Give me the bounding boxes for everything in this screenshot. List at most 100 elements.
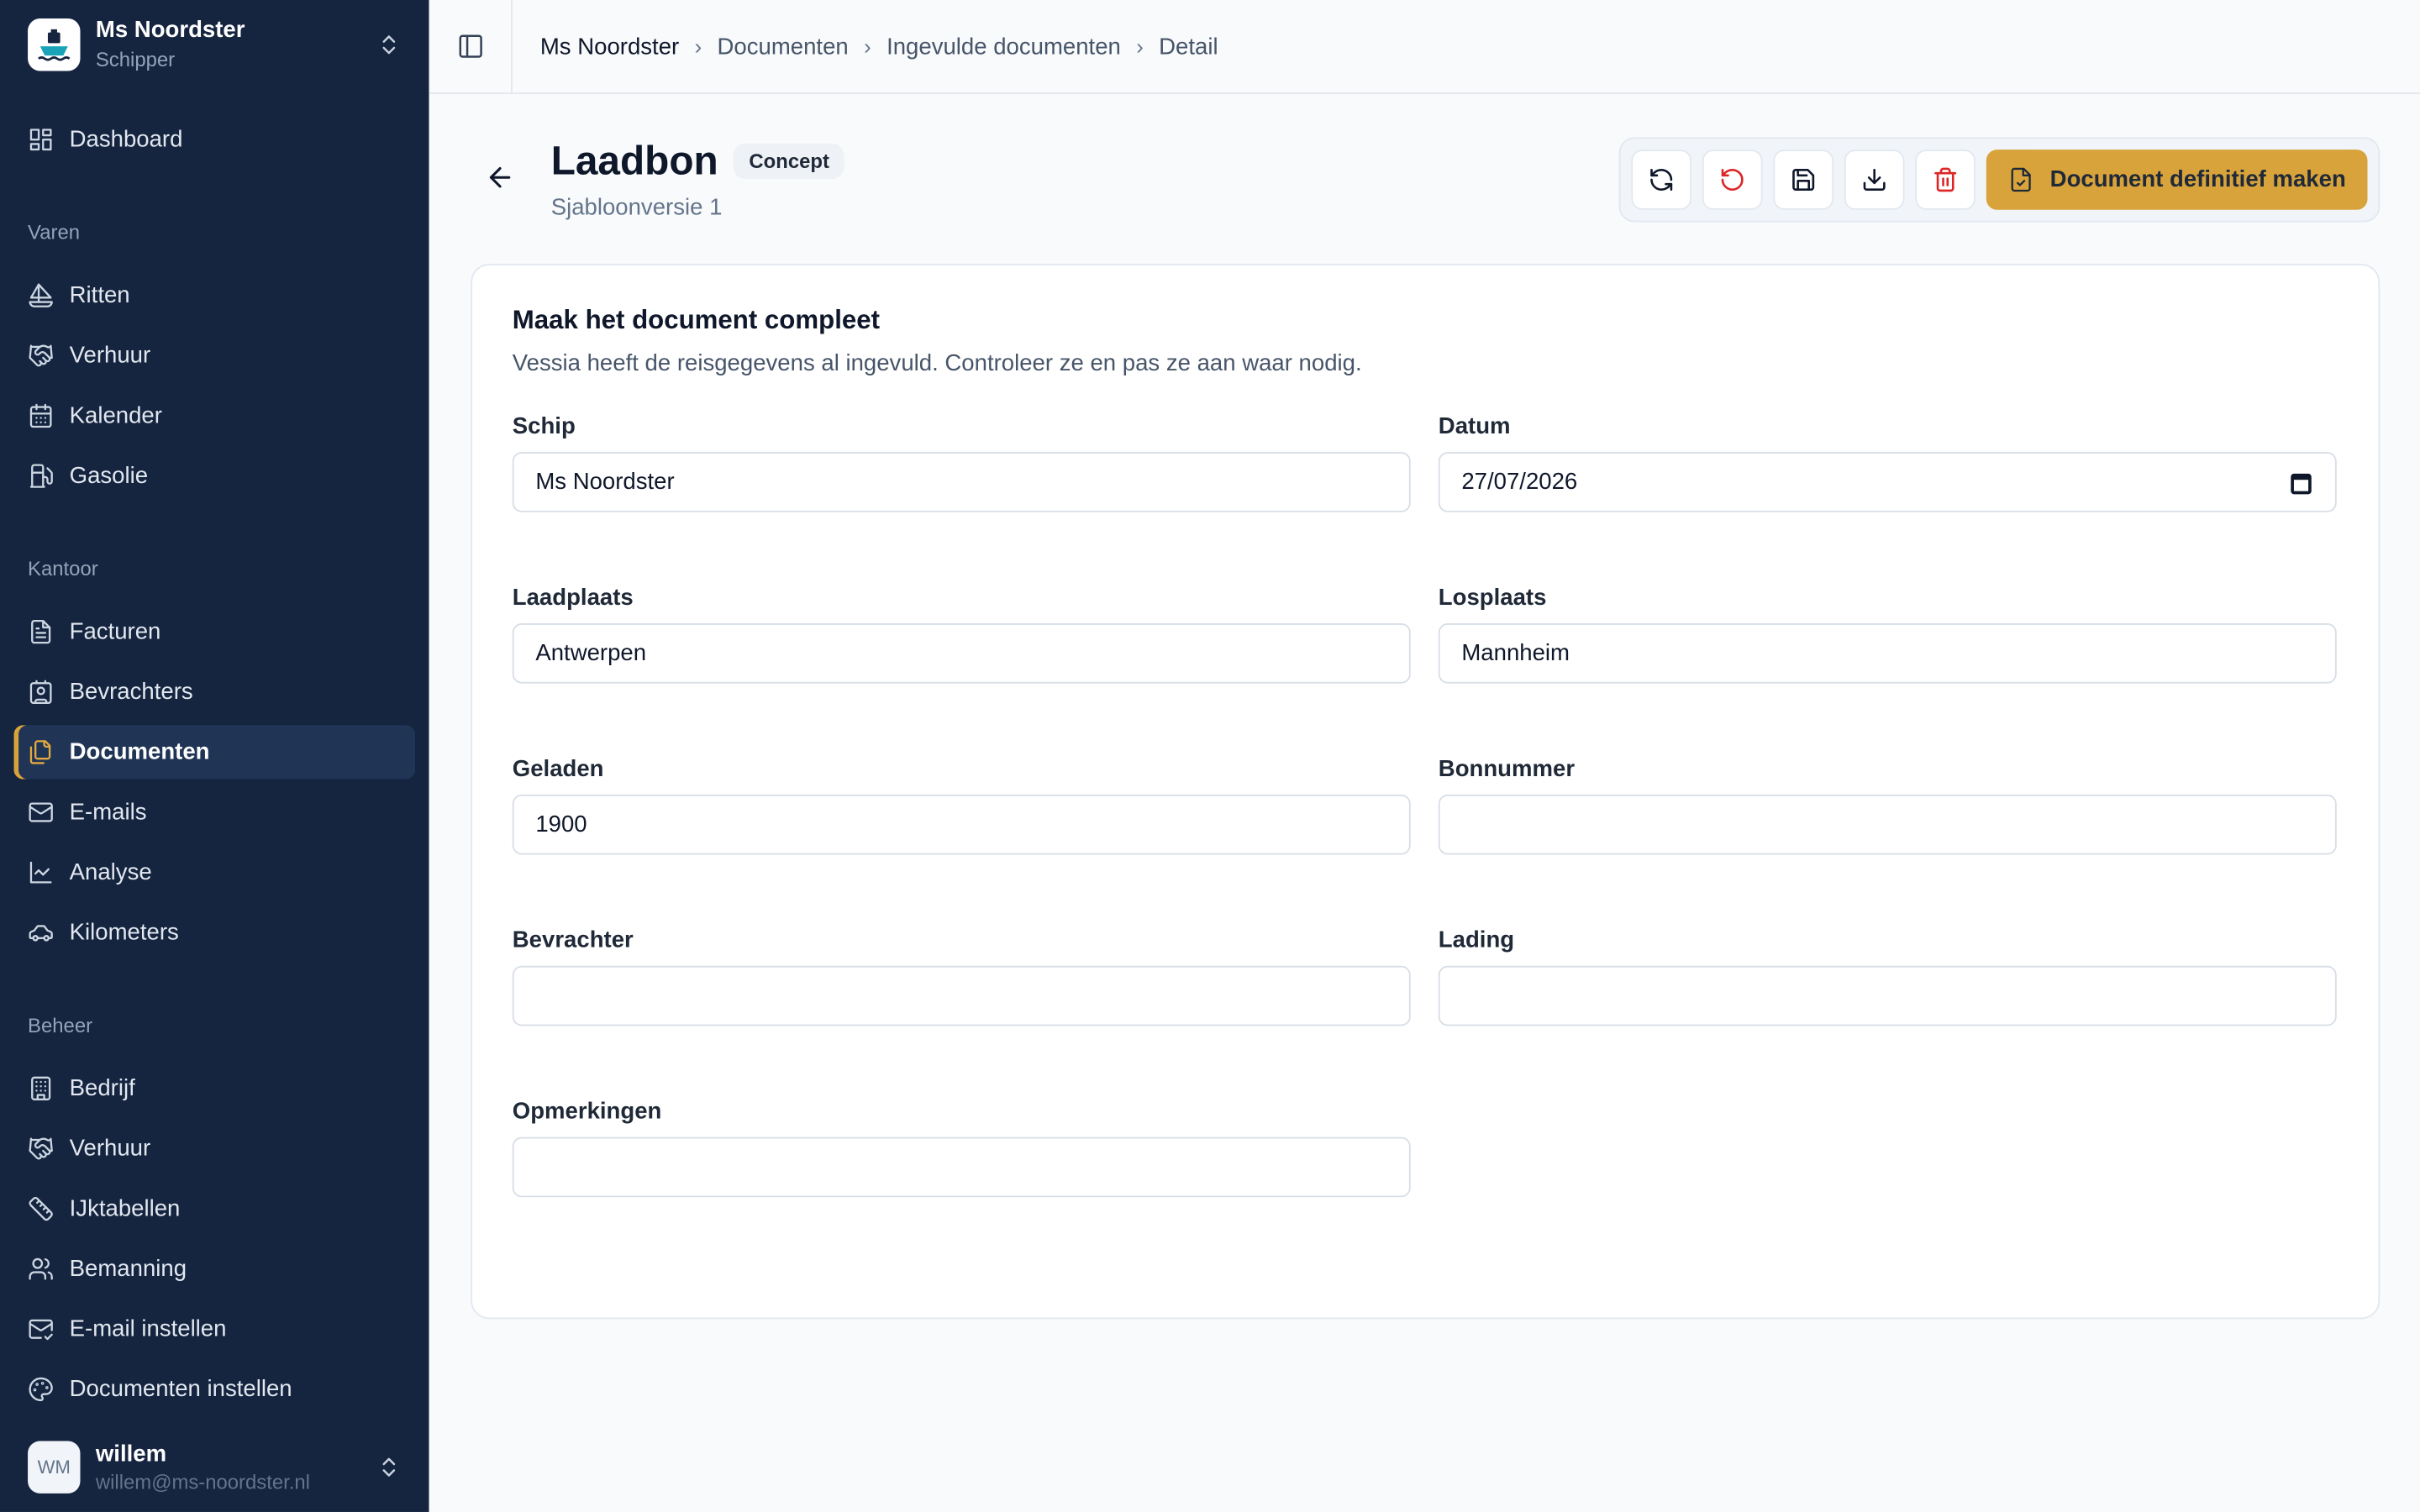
schip-input[interactable]: Ms Noordster [512, 452, 1411, 512]
org-role: Schipper [95, 48, 176, 71]
panel-left-icon [458, 34, 481, 58]
finalize-document-button[interactable]: Document definitief maken [1986, 150, 2368, 210]
input-value: 1900 [535, 811, 587, 838]
mail-icon [29, 802, 53, 822]
avatar: WM [28, 1441, 81, 1494]
line-chart-icon [29, 861, 52, 884]
lading-input[interactable] [1438, 965, 2337, 1026]
field-schip: Schip Ms Noordster [512, 413, 1411, 585]
field-geladen: Geladen 1900 [512, 755, 1411, 927]
losplaats-input[interactable]: Mannheim [1438, 623, 2337, 684]
sidebar-item-documenten[interactable]: Documenten [13, 725, 416, 780]
sidebar-item-dashboard[interactable]: Dashboard [14, 113, 416, 166]
field-label: Geladen [512, 755, 604, 783]
document-form-card: Maak het document compleet Vessia heeft … [471, 264, 2381, 1320]
sidebar-item-kalender[interactable]: Kalender [14, 389, 416, 443]
input-value: Ms Noordster [535, 469, 675, 496]
nav-section-kantoor: Kantoor [28, 556, 98, 580]
field-losplaats: Losplaats Mannheim [1438, 585, 2337, 756]
page-header: Laadbon Concept Sjabloonversie 1 Documen… [429, 94, 2420, 264]
back-button[interactable] [485, 162, 516, 193]
org-switcher[interactable]: Ms Noordster Schipper [0, 0, 429, 88]
files-icon [29, 740, 51, 764]
form-grid: Schip Ms Noordster Datum 27/07/2026 Laad… [512, 413, 2338, 1247]
delete-button[interactable] [1915, 150, 1976, 210]
geladen-input[interactable]: 1900 [512, 794, 1411, 855]
sidebar-item-kilometers[interactable]: Kilometers [14, 906, 416, 959]
ship-logo-icon [28, 18, 81, 71]
page-title: Laadbon [550, 137, 718, 184]
field-datum: Datum 27/07/2026 [1438, 413, 2337, 585]
user-menu[interactable]: WM willem willem@ms-noordster.nl [0, 1423, 429, 1512]
field-label: Bonnummer [1438, 755, 1576, 783]
trash-icon [1934, 167, 1957, 192]
sidebar-item-emails[interactable]: E-mails [14, 785, 416, 839]
chevrons-up-down-icon [382, 34, 396, 54]
breadcrumb-item[interactable]: Documenten [718, 33, 849, 59]
sidebar-item-email-instellen[interactable]: E-mail instellen [14, 1302, 416, 1356]
datum-input[interactable]: 27/07/2026 [1438, 452, 2337, 512]
opmerkingen-input[interactable] [512, 1137, 1411, 1198]
bevrachter-input[interactable] [512, 965, 1411, 1026]
sidebar-item-gasolie[interactable]: Gasolie [14, 449, 416, 503]
nav-section-beheer: Beheer [28, 1012, 93, 1037]
breadcrumb-item[interactable]: Ingevulde documenten [886, 33, 1121, 59]
sidebar-item-facturen[interactable]: Facturen [14, 605, 416, 659]
chevrons-up-down-icon [382, 1457, 396, 1477]
sidebar-item-verhuur-beheer[interactable]: Verhuur [14, 1121, 416, 1175]
field-bevrachter: Bevrachter [512, 927, 1411, 1099]
field-label: Datum [1438, 413, 1511, 440]
input-value: Antwerpen [535, 640, 647, 667]
sidebar-item-bedrijf[interactable]: Bedrijf [14, 1062, 416, 1116]
status-badge: Concept [734, 143, 845, 180]
sidebar-nav: Dashboard Varen Ritten Verhuur Kalender … [0, 88, 429, 1423]
sidebar-item-ijktabellen[interactable]: IJktabellen [14, 1182, 416, 1236]
sidebar-item-verhuur[interactable]: Verhuur [14, 328, 416, 382]
breadcrumb-item[interactable]: Ms Noordster [540, 33, 679, 59]
field-lading: Lading [1438, 927, 2337, 1099]
calendar-icon [29, 403, 52, 428]
sidebar-item-documenten-instellen[interactable]: Documenten instellen [14, 1362, 416, 1416]
mail-check-icon [29, 1319, 53, 1341]
user-name: willem [95, 1441, 167, 1467]
template-version: Sjabloonversie 1 [550, 194, 723, 221]
sidebar-item-label: E-mail instellen [69, 1315, 227, 1343]
download-icon [1864, 168, 1886, 191]
download-button[interactable] [1844, 150, 1906, 210]
sidebar-item-label: Dashboard [69, 126, 183, 154]
main-content: Ms Noordster › Documenten › Ingevulde do… [429, 0, 2420, 1512]
handshake-icon [29, 1137, 53, 1160]
finalize-label: Document definitief maken [2049, 166, 2346, 193]
sidebar-item-bemanning[interactable]: Bemanning [14, 1242, 416, 1296]
sidebar-item-label: Bemanning [69, 1256, 187, 1283]
sidebar-item-label: E-mails [69, 799, 147, 826]
handshake-icon [29, 344, 53, 367]
car-icon [29, 925, 53, 942]
refresh-button[interactable] [1631, 150, 1692, 210]
fuel-icon [29, 464, 53, 488]
sidebar-item-analyse[interactable]: Analyse [14, 846, 416, 900]
breadcrumb: Ms Noordster › Documenten › Ingevulde do… [513, 33, 1218, 59]
sidebar-item-bevrachters[interactable]: Bevrachters [14, 665, 416, 719]
ruler-icon [29, 1197, 53, 1221]
field-opmerkingen: Opmerkingen [512, 1099, 1411, 1247]
sidebar-item-label: Gasolie [69, 463, 149, 490]
field-label: Losplaats [1438, 585, 1547, 612]
sidebar-item-label: Documenten instellen [69, 1376, 292, 1403]
sidebar-toggle-button[interactable] [429, 0, 513, 94]
bonnummer-input[interactable] [1438, 794, 2337, 855]
laadplaats-input[interactable]: Antwerpen [512, 623, 1411, 684]
sidebar-item-label: Facturen [69, 618, 161, 645]
field-label: Laadplaats [512, 585, 634, 612]
field-bonnummer: Bonnummer [1438, 755, 2337, 927]
arrow-left-icon [489, 166, 511, 188]
refresh-icon [1650, 168, 1673, 191]
sidebar-item-label: Documenten [69, 738, 210, 766]
sidebar-item-label: Bedrijf [69, 1075, 135, 1102]
sidebar-item-label: Kilometers [69, 919, 179, 947]
users-icon [29, 1257, 53, 1280]
save-button[interactable] [1773, 150, 1834, 210]
sidebar-item-ritten[interactable]: Ritten [14, 269, 416, 323]
calendar-picker-icon[interactable] [2289, 470, 2313, 494]
reset-button[interactable] [1702, 150, 1764, 210]
